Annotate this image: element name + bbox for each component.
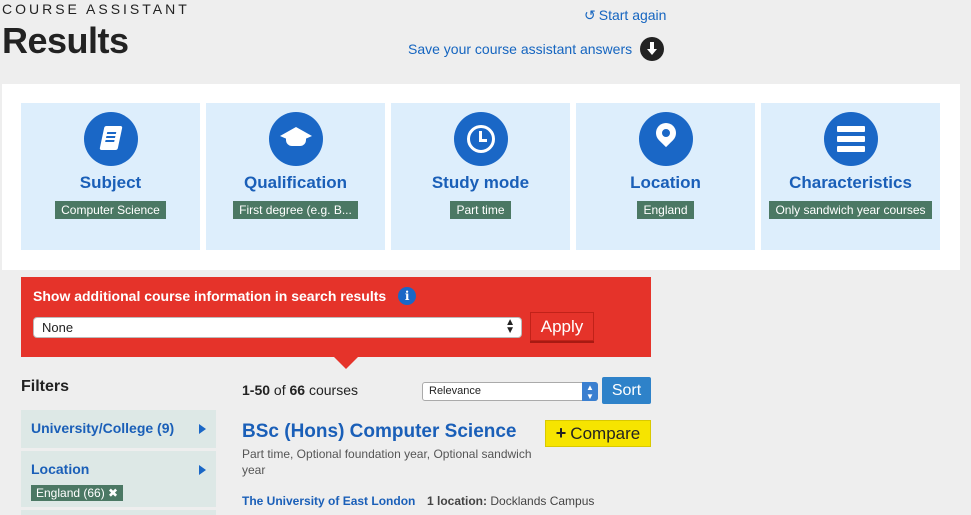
criteria-label: Location [630, 173, 701, 192]
results-range: 1-50 [242, 382, 271, 398]
filter-location[interactable]: Location England (66) ✖ [21, 451, 216, 507]
criteria-value-chip: England [637, 201, 694, 219]
info-icon[interactable]: i [398, 287, 417, 305]
criteria-label: Characteristics [789, 173, 912, 192]
additional-info-title-text: Show additional course information in se… [33, 288, 387, 304]
criteria-value-chip: Part time [450, 201, 511, 219]
additional-info-panel: Show additional course information in se… [21, 277, 651, 369]
graduation-cap-icon [268, 112, 323, 166]
compare-label: Compare [570, 424, 641, 443]
criteria-tile-characteristics[interactable]: Characteristics Only sandwich year cours… [761, 103, 940, 250]
apply-button[interactable]: Apply [530, 312, 594, 341]
results-unit: courses [308, 382, 358, 398]
plus-icon: + [555, 423, 567, 443]
university-link[interactable]: The University of East London [242, 494, 415, 508]
download-icon [640, 37, 665, 61]
criteria-label: Study mode [431, 173, 530, 192]
results-total: 66 [289, 382, 306, 398]
filter-label: Location [31, 461, 90, 477]
restart-icon: ↺ [584, 7, 596, 23]
location-count: 1 location: [427, 494, 488, 508]
filter-label: University/College (9) [31, 420, 175, 436]
filter-next[interactable] [21, 510, 216, 515]
additional-info-title: Show additional course information in se… [33, 287, 417, 305]
criteria-label: Subject [79, 173, 142, 192]
criteria-value-chip: Only sandwich year courses [769, 201, 932, 219]
additional-info-select[interactable]: None ▲ ▼ [33, 317, 522, 338]
criteria-tile-location[interactable]: Location England [576, 103, 755, 250]
criteria-value-chip: First degree (e.g. B... [233, 201, 358, 219]
list-bars-icon [823, 112, 878, 166]
results-count: 1-50 of 66 courses [242, 382, 358, 398]
start-again-link[interactable]: ↺ Start again [584, 7, 666, 24]
start-again-label: Start again [598, 7, 667, 23]
clock-icon [453, 112, 508, 166]
course-description: Part time, Optional foundation year, Opt… [242, 447, 532, 477]
criteria-panel: Subject Computer Science Qualification F… [2, 84, 960, 270]
expand-arrow-icon [199, 424, 206, 434]
results-of: of [273, 382, 286, 398]
course-location: 1 location: Docklands Campus [427, 494, 594, 508]
select-arrows-icon: ▲ ▼ [582, 382, 598, 401]
criteria-tile-qualification[interactable]: Qualification First degree (e.g. B... [206, 103, 385, 250]
select-arrows-icon: ▲ ▼ [505, 317, 515, 336]
additional-info-select-value: None [42, 320, 74, 335]
page-header: COURSE ASSISTANT Results ↺ Start again Sa… [0, 0, 971, 84]
book-icon [83, 112, 138, 166]
criteria-label: Qualification [244, 173, 347, 192]
sort-button[interactable]: Sort [602, 377, 651, 404]
sort-select-value: Relevance [429, 385, 481, 397]
course-title-link[interactable]: BSc (Hons) Computer Science [242, 421, 517, 443]
page-title: Results [2, 20, 129, 61]
criteria-tile-study-mode[interactable]: Study mode Part time [391, 103, 570, 250]
save-answers-label: Save your course assistant answers [408, 41, 633, 57]
expand-arrow-icon [199, 465, 206, 475]
panel-pointer [332, 355, 360, 369]
filter-university[interactable]: University/College (9) [21, 410, 216, 448]
criteria-tile-subject[interactable]: Subject Computer Science [21, 103, 200, 250]
filters-title: Filters [21, 378, 70, 395]
compare-button[interactable]: + Compare [545, 420, 651, 447]
remove-filter-tag[interactable]: England (66) ✖ [31, 485, 124, 501]
save-answers-link[interactable]: Save your course assistant answers [408, 37, 665, 61]
sort-select[interactable]: Relevance ▲ ▼ [422, 382, 598, 401]
location-name: Docklands Campus [490, 494, 595, 508]
page-kicker: COURSE ASSISTANT [2, 1, 190, 17]
criteria-value-chip: Computer Science [55, 201, 166, 219]
location-pin-icon [638, 112, 693, 166]
